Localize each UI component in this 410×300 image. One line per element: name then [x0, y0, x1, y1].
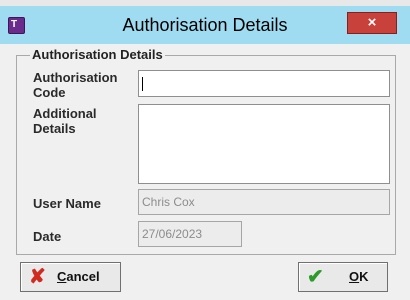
ok-button[interactable]: ✔ OK: [298, 262, 388, 292]
additional-details-textarea[interactable]: [138, 104, 390, 184]
auth-code-input[interactable]: [138, 70, 390, 97]
green-check-icon: ✔: [307, 266, 324, 288]
group-legend: Authorisation Details: [30, 47, 165, 62]
auth-code-label: Authorisation Code: [33, 70, 118, 100]
user-name-label: User Name: [33, 196, 101, 211]
additional-details-label: Additional Details: [33, 106, 97, 136]
ok-button-label: OK: [349, 269, 369, 284]
date-field: 27/06/2023: [138, 221, 242, 247]
cancel-button[interactable]: ✘ Cancel: [20, 262, 121, 292]
authorisation-dialog: T Authorisation Details × Authorisation …: [0, 0, 410, 300]
close-button[interactable]: ×: [347, 12, 397, 34]
text-caret: [142, 77, 143, 91]
red-x-icon: ✘: [29, 266, 46, 288]
cancel-button-label: Cancel: [57, 269, 100, 284]
user-name-field: Chris Cox: [138, 189, 390, 215]
title-bar[interactable]: T Authorisation Details ×: [0, 6, 410, 44]
date-label: Date: [33, 229, 62, 244]
